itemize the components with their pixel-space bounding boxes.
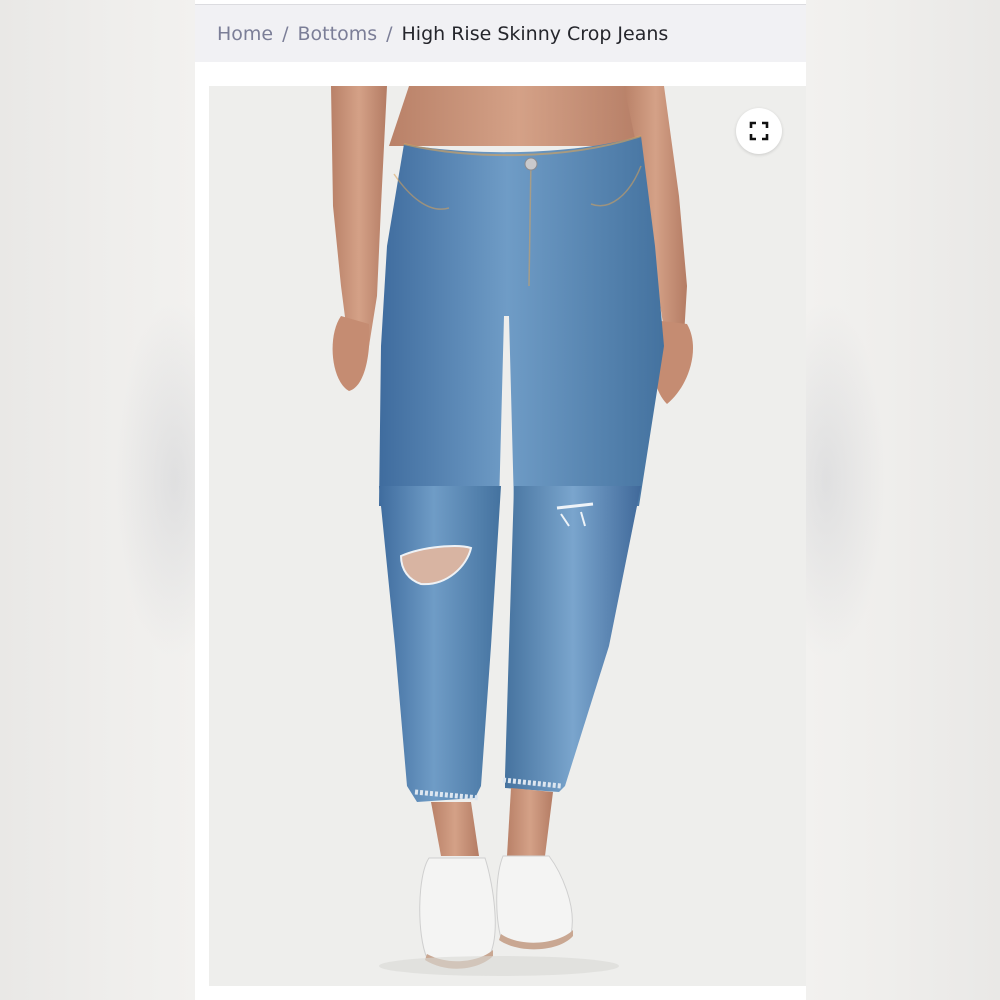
breadcrumb-home-link[interactable]: Home — [217, 23, 273, 45]
breadcrumb-bottoms-link[interactable]: Bottoms — [298, 23, 378, 45]
breadcrumb-separator: / — [386, 22, 393, 45]
product-photo-jeans — [209, 86, 806, 986]
breadcrumb-current-page: High Rise Skinny Crop Jeans — [401, 22, 669, 45]
product-image[interactable] — [209, 86, 806, 986]
expand-icon — [749, 121, 769, 141]
blurred-backdrop-left — [0, 0, 235, 1000]
breadcrumb-separator: / — [282, 22, 289, 45]
product-page: Home / Bottoms / High Rise Skinny Crop J… — [195, 0, 806, 1000]
breadcrumb: Home / Bottoms / High Rise Skinny Crop J… — [195, 4, 806, 62]
fullscreen-button[interactable] — [736, 108, 782, 154]
blurred-backdrop-right — [766, 0, 1000, 1000]
